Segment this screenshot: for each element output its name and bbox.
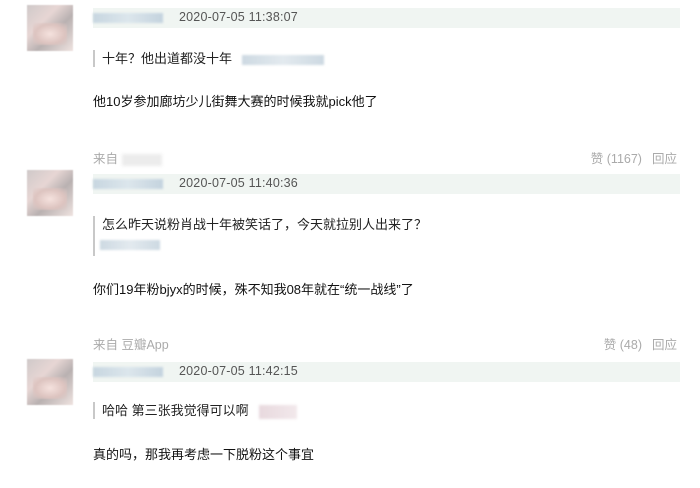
avatar[interactable] <box>27 359 73 405</box>
reply-button[interactable]: 回应 <box>652 338 677 352</box>
username-blurred[interactable] <box>93 179 163 189</box>
quoted-reply: 怎么昨天说粉肖战十年被笑话了，今天就拉别人出来了？ <box>93 216 427 256</box>
quote-text: 怎么昨天说粉肖战十年被笑话了，今天就拉别人出来了？ <box>102 217 428 232</box>
like-button[interactable]: 赞 (48) <box>604 338 642 352</box>
comment-header: 2020-07-05 11:42:15 <box>93 362 680 382</box>
quote-author-blurred[interactable] <box>100 240 160 250</box>
comment-actions: 赞 (48) 回应 <box>604 334 677 353</box>
comment-body: 你们19年粉bjyx的时候，殊不知我08年就在“统一战线”了 <box>93 282 414 297</box>
comment-source: 来自 <box>93 148 163 167</box>
quote-text: 十年？他出道都没十年 <box>102 51 233 66</box>
comment-timestamp: 2020-07-05 11:42:15 <box>179 364 298 378</box>
quote-author-blurred[interactable] <box>242 54 325 65</box>
quoted-reply: 十年？他出道都没十年 <box>93 50 325 67</box>
username-blurred[interactable] <box>93 367 163 377</box>
reply-button[interactable]: 回应 <box>652 152 677 166</box>
comment-footer: 来自 豆瓣App 赞 (48) 回应 <box>93 334 680 352</box>
comment-body: 他10岁参加廊坊少儿街舞大赛的时候我就pick他了 <box>93 94 378 109</box>
quoted-reply: 哈哈 第三张我觉得可以啊 <box>93 402 297 419</box>
username-blurred[interactable] <box>93 13 163 23</box>
quote-author-blurred[interactable] <box>258 404 297 419</box>
comment-source: 来自 豆瓣App <box>93 338 169 352</box>
comment-header: 2020-07-05 11:38:07 <box>93 8 680 28</box>
avatar[interactable] <box>27 170 73 216</box>
quote-text: 哈哈 第三张我觉得可以啊 <box>102 403 249 418</box>
source-label: 来自 <box>93 152 119 166</box>
avatar[interactable] <box>27 5 73 51</box>
comment-header: 2020-07-05 11:40:36 <box>93 174 680 194</box>
comment-actions: 赞 (1167) 回应 <box>591 148 677 167</box>
comment-body: 真的吗，那我再考虑一下脱粉这个事宜 <box>93 447 315 462</box>
comment-timestamp: 2020-07-05 11:38:07 <box>179 10 298 24</box>
comment-timestamp: 2020-07-05 11:40:36 <box>179 176 298 190</box>
like-button[interactable]: 赞 (1167) <box>591 152 642 166</box>
comment-footer: 来自 赞 (1167) 回应 <box>93 148 680 166</box>
source-blurred <box>122 153 163 166</box>
